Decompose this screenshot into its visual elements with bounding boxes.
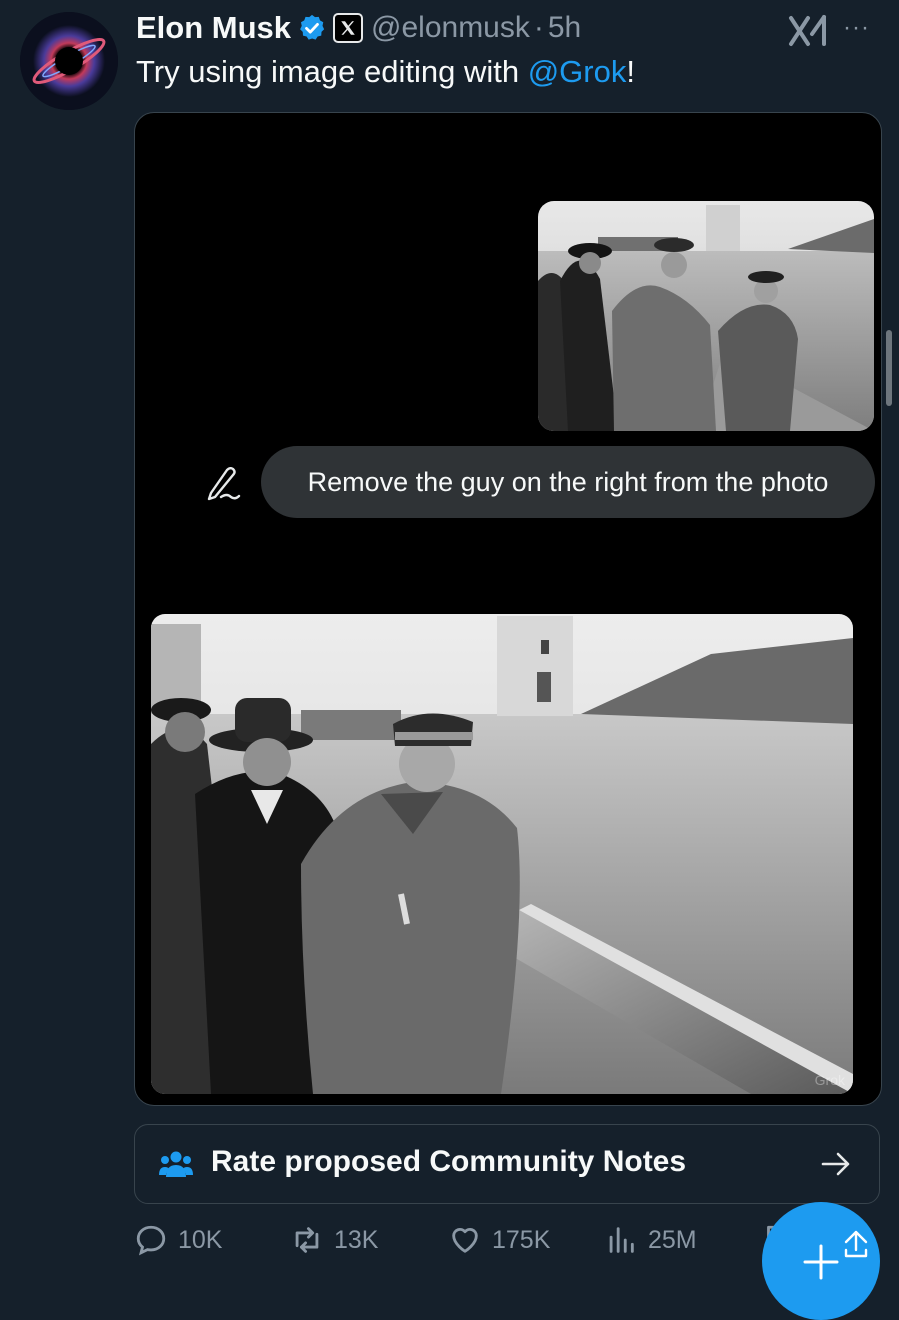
compose-plus-icon (803, 1230, 868, 1280)
community-people-icon (159, 1149, 193, 1179)
reply-count: 10K (178, 1225, 223, 1254)
author-name[interactable]: Elon Musk (136, 10, 291, 46)
views-icon (609, 1227, 634, 1253)
like-button[interactable]: 175K (448, 1218, 550, 1262)
separator: · (533, 11, 544, 44)
post-text: Try using image editing with @Grok! (136, 54, 635, 90)
repost-icon (295, 1227, 319, 1253)
repost-count: 13K (334, 1225, 379, 1254)
reply-button[interactable]: 10K (134, 1218, 222, 1262)
more-icon[interactable]: ··· (843, 14, 870, 42)
repost-button[interactable]: 13K (290, 1218, 378, 1262)
compose-button[interactable] (762, 1202, 880, 1320)
post-text-prefix: Try using image editing with (136, 54, 528, 89)
views-count: 25M (648, 1225, 697, 1254)
avatar[interactable] (20, 12, 118, 110)
community-notes-card[interactable]: Rate proposed Community Notes (134, 1124, 880, 1204)
like-count: 175K (492, 1225, 551, 1254)
arrow-right-icon[interactable] (819, 1147, 853, 1181)
original-photo[interactable] (538, 201, 874, 431)
community-notes-label: Rate proposed Community Notes (211, 1145, 687, 1178)
scrollbar[interactable] (886, 330, 892, 406)
share-icon (844, 1230, 868, 1258)
verified-badge-icon[interactable] (297, 13, 327, 43)
reply-icon (136, 1225, 166, 1256)
post-header: Elon Musk @elonmusk · 5h (136, 8, 581, 48)
xai-logo-icon[interactable] (788, 14, 828, 48)
prompt-bubble: Remove the guy on the right from the pho… (261, 446, 875, 518)
x-affiliate-badge-icon[interactable] (333, 13, 364, 43)
author-handle[interactable]: @elonmusk (371, 11, 530, 45)
post-media[interactable]: Remove the guy on the right from the pho… (134, 112, 882, 1106)
post-time[interactable]: 5h (548, 11, 581, 45)
post-text-suffix: ! (626, 54, 635, 89)
edit-pen-icon (205, 467, 241, 501)
grok-watermark: Grok (814, 1072, 845, 1088)
views-button[interactable]: 25M (604, 1218, 697, 1262)
avatar-image (20, 12, 118, 110)
like-icon (452, 1228, 478, 1253)
edited-photo[interactable]: Grok (151, 614, 853, 1094)
mention-link[interactable]: @Grok (528, 54, 627, 89)
